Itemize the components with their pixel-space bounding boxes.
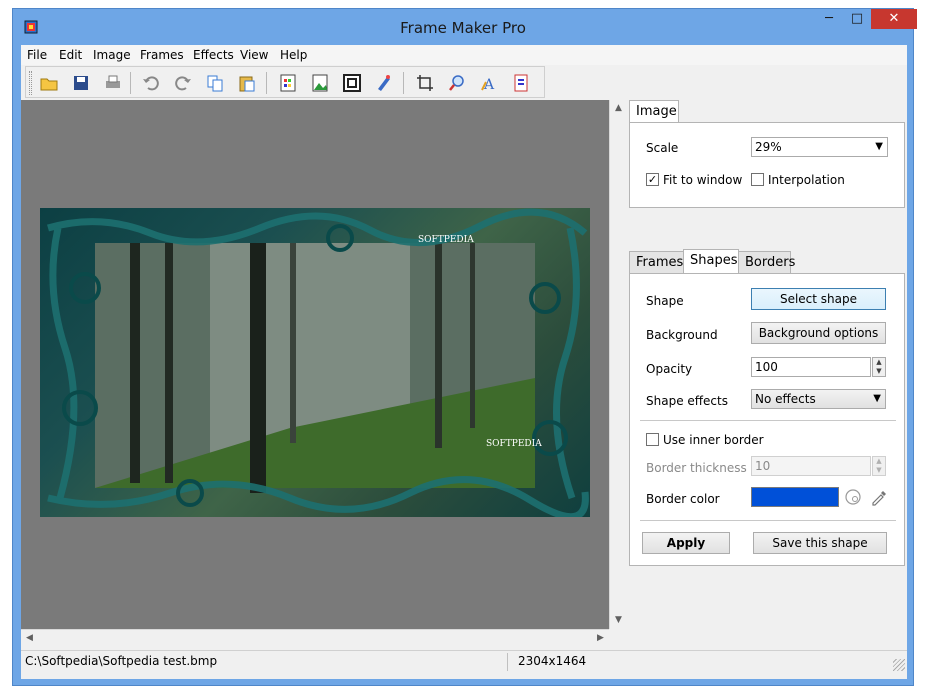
toolbar-grip[interactable] — [29, 71, 32, 95]
menu-edit[interactable]: Edit — [53, 45, 88, 65]
crop-icon[interactable] — [414, 72, 436, 94]
divider — [640, 520, 896, 521]
scroll-right-arrow-icon[interactable]: ▶ — [592, 630, 609, 647]
info-icon[interactable] — [510, 72, 532, 94]
framed-image[interactable]: SOFTPEDIA SOFTPEDIA — [40, 208, 590, 517]
scale-label: Scale — [646, 141, 679, 155]
app-window: Frame Maker Pro ─ □ ✕ File Edit Image Fr… — [12, 8, 917, 686]
border-color-swatch[interactable] — [751, 487, 839, 507]
menu-view[interactable]: View — [234, 45, 274, 65]
toolbar: A — [25, 66, 545, 98]
client-area: File Edit Image Frames Effects View Help — [21, 45, 907, 679]
watermark-top: SOFTPEDIA — [418, 235, 474, 245]
image-icon[interactable] — [309, 72, 331, 94]
window-title: Frame Maker Pro — [400, 19, 526, 37]
fit-to-window-label: Fit to window — [663, 173, 743, 187]
menu-frames[interactable]: Frames — [134, 45, 190, 65]
save-icon[interactable] — [70, 72, 92, 94]
stepper-down-icon[interactable]: ▼ — [873, 367, 885, 376]
vertical-scrollbar[interactable]: ▲ ▼ — [609, 100, 626, 629]
shape-effects-value: No effects — [755, 392, 816, 406]
menu-image[interactable]: Image — [87, 45, 137, 65]
minimize-button[interactable]: ─ — [815, 9, 843, 29]
horizontal-scrollbar[interactable]: ◀ ▶ — [21, 629, 609, 646]
use-inner-border-label: Use inner border — [663, 433, 764, 447]
menu-effects[interactable]: Effects — [187, 45, 240, 65]
toolbar-separator — [266, 72, 267, 94]
save-shape-button[interactable]: Save this shape — [753, 532, 887, 554]
border-thickness-input[interactable]: 10 — [751, 456, 871, 476]
undo-icon[interactable] — [140, 72, 162, 94]
eyedropper-icon[interactable] — [870, 488, 888, 506]
stepper-up-icon[interactable]: ▲ — [873, 457, 885, 466]
print-icon[interactable] — [102, 72, 124, 94]
stepper-down-icon[interactable]: ▼ — [873, 466, 885, 475]
select-shape-button[interactable]: Select shape — [751, 288, 886, 310]
divider — [640, 420, 896, 421]
tab-image[interactable]: Image — [629, 100, 679, 123]
chevron-down-icon: ▼ — [873, 393, 881, 404]
paste-icon[interactable] — [236, 72, 258, 94]
text-icon[interactable]: A — [478, 72, 500, 94]
resize-grip-icon[interactable] — [893, 659, 905, 671]
tab-frames[interactable]: Frames — [629, 251, 684, 274]
shape-label: Shape — [646, 294, 684, 308]
zoom-icon[interactable] — [446, 72, 468, 94]
opacity-label: Opacity — [646, 362, 693, 376]
tab-borders[interactable]: Borders — [738, 251, 795, 274]
copy-icon[interactable] — [204, 72, 226, 94]
watermark-bottom: SOFTPEDIA — [486, 439, 542, 449]
border-icon[interactable] — [341, 72, 363, 94]
use-inner-border-checkbox[interactable] — [646, 433, 659, 446]
scroll-up-arrow-icon[interactable]: ▲ — [610, 100, 627, 117]
fit-to-window-checkbox[interactable]: ✓ — [646, 173, 659, 186]
shape-effects-dropdown[interactable]: No effects ▼ — [751, 389, 886, 409]
tab-shapes[interactable]: Shapes — [683, 249, 739, 274]
border-color-label: Border color — [646, 492, 720, 506]
toolbar-separator — [403, 72, 404, 94]
open-icon[interactable] — [38, 72, 60, 94]
background-options-button[interactable]: Background options — [751, 322, 886, 344]
title-bar: Frame Maker Pro ─ □ ✕ — [13, 9, 917, 45]
forest-image: SOFTPEDIA SOFTPEDIA — [47, 208, 589, 517]
scale-value: 29% — [755, 140, 782, 154]
status-bar: C:\Softpedia\Softpedia test.bmp 2304x146… — [21, 650, 907, 672]
shape-effects-label: Shape effects — [646, 394, 728, 408]
scroll-left-arrow-icon[interactable]: ◀ — [21, 630, 38, 647]
interpolation-checkbox[interactable] — [751, 173, 764, 186]
status-file-path: C:\Softpedia\Softpedia test.bmp — [25, 654, 218, 668]
image-settings-box: Scale 29% ▼ ✓ Fit to window Interpolatio… — [629, 122, 905, 208]
effects-icon[interactable] — [373, 72, 395, 94]
border-thickness-label: Border thickness — [646, 461, 747, 475]
maximize-button[interactable]: □ — [843, 9, 871, 29]
scroll-down-arrow-icon[interactable]: ▼ — [610, 612, 627, 629]
opacity-input[interactable]: 100 — [751, 357, 871, 377]
shapes-settings-box: Shape Select shape Background Background… — [629, 273, 905, 566]
settings-panel: Image Scale 29% ▼ ✓ Fit to window Interp… — [627, 100, 907, 650]
redo-icon[interactable] — [172, 72, 194, 94]
border-thickness-stepper[interactable]: ▲ ▼ — [872, 456, 886, 476]
status-separator — [507, 653, 508, 671]
close-button[interactable]: ✕ — [871, 9, 917, 29]
chevron-down-icon: ▼ — [875, 141, 883, 152]
opacity-stepper[interactable]: ▲ ▼ — [872, 357, 886, 377]
stepper-up-icon[interactable]: ▲ — [873, 358, 885, 367]
image-canvas[interactable]: SOFTPEDIA SOFTPEDIA — [21, 100, 609, 629]
interpolation-label: Interpolation — [768, 173, 845, 187]
apply-button[interactable]: Apply — [642, 532, 730, 554]
toolbar-separator — [130, 72, 131, 94]
menu-file[interactable]: File — [21, 45, 53, 65]
menu-bar: File Edit Image Frames Effects View Help — [21, 45, 907, 65]
status-image-dimensions: 2304x1464 — [518, 654, 587, 668]
color-wheel-icon[interactable] — [844, 488, 862, 506]
menu-help[interactable]: Help — [274, 45, 313, 65]
background-label: Background — [646, 328, 718, 342]
frame-icon[interactable] — [277, 72, 299, 94]
scale-dropdown[interactable]: 29% ▼ — [751, 137, 888, 157]
